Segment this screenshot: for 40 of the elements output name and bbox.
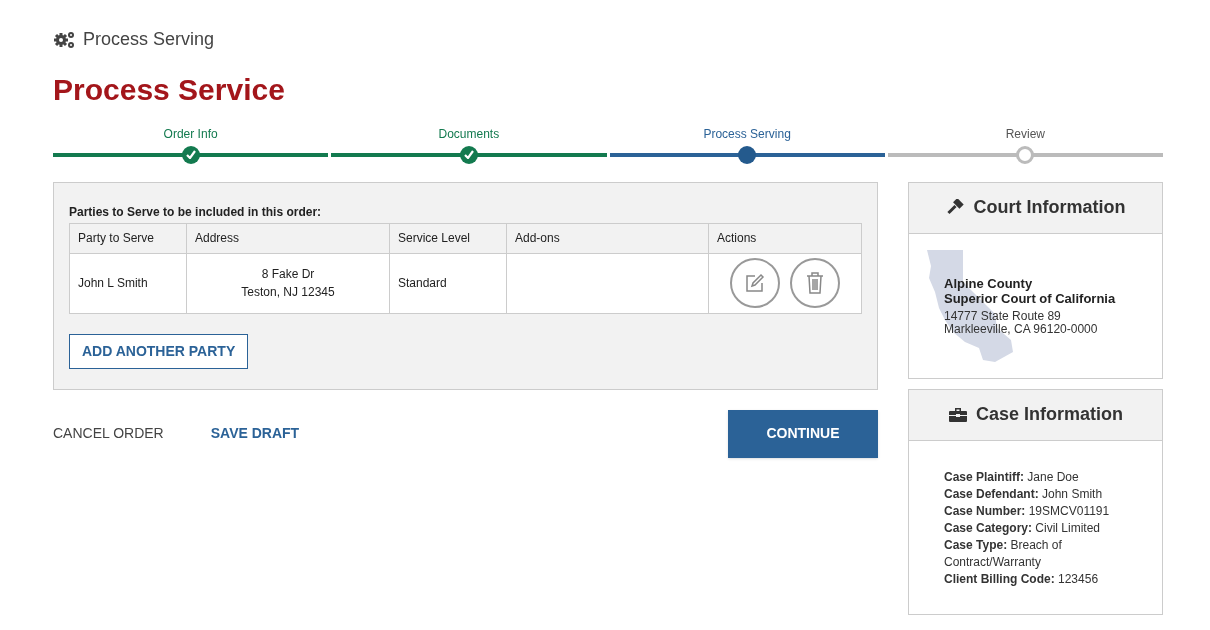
column-header: Actions (708, 223, 862, 253)
case-detail: Case Number: 19SMCV01191 (944, 502, 1111, 520)
case-detail: Case Category: Civil Limited (944, 519, 1102, 537)
card-title: Case Information (976, 403, 1123, 426)
column-header: Add-ons (506, 223, 709, 253)
edit-icon (745, 273, 765, 293)
table-cell: John L Smith (69, 253, 187, 313)
court-address: Markleeville, CA 96120-0000 (944, 322, 1099, 336)
table-caption: Parties to Serve to be included in this order: (69, 203, 323, 221)
column-header: Address (186, 223, 390, 253)
step-label[interactable]: Order Info (163, 126, 218, 141)
case-detail: Client Billing Code: 123456 (944, 570, 1100, 588)
case-detail: Case Type: Breach of Contract/Warranty (944, 536, 1063, 571)
gavel-icon (945, 198, 966, 217)
court-address: 14777 State Route 89 (944, 309, 1062, 323)
column-header: Service Level (389, 223, 507, 253)
check-icon (185, 150, 196, 159)
step-label[interactable]: Documents (438, 126, 500, 141)
delete-button[interactable] (790, 258, 840, 308)
court-name: Superior Court of California (944, 290, 1117, 306)
edit-button[interactable] (730, 258, 780, 308)
card-title: Court Information (973, 196, 1126, 219)
step-label[interactable]: Review (1005, 126, 1046, 141)
cancel-order-link[interactable]: CANCEL ORDER (53, 423, 164, 444)
column-header: Party to Serve (69, 223, 187, 253)
table-cell: Standard (389, 253, 507, 313)
step-label[interactable]: Process Serving (703, 126, 791, 141)
case-detail: Case Defendant: John Smith (944, 485, 1104, 503)
add-party-button[interactable]: ADD ANOTHER PARTY (69, 333, 249, 369)
trash-icon (806, 272, 824, 294)
briefcase-icon (948, 406, 968, 423)
section-title: Process Serving (83, 28, 215, 51)
gears-icon (53, 30, 75, 49)
case-detail: Case Plaintiff: Jane Doe (944, 468, 1080, 486)
save-draft-link[interactable]: SAVE DRAFT (210, 423, 300, 444)
check-icon (463, 150, 474, 159)
page-title: Process Service (53, 72, 286, 108)
county-name: Alpine County (944, 275, 1034, 291)
table-cell: 8 Fake Dr Teston, NJ 12345 (186, 253, 390, 313)
continue-button[interactable]: CONTINUE (728, 409, 878, 458)
